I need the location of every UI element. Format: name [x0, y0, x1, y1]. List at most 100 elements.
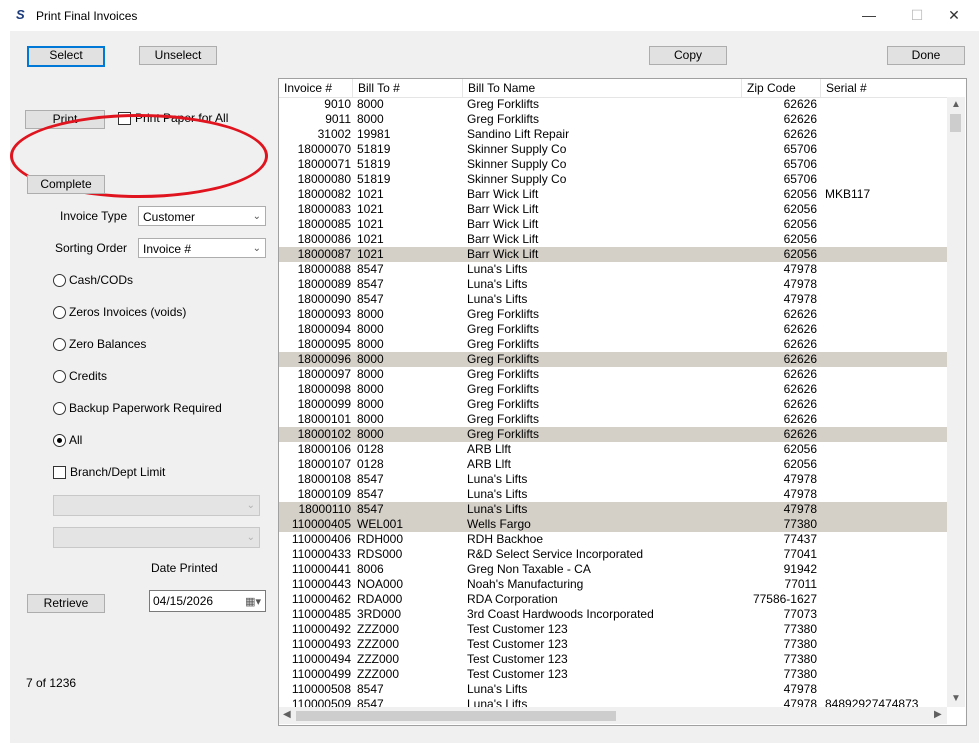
table-row[interactable]: 18000083 1021 Barr Wick Lift 62056	[279, 202, 947, 217]
table-row[interactable]: 18000085 1021 Barr Wick Lift 62056	[279, 217, 947, 232]
sorting-order-select[interactable]: Invoice # ⌄	[138, 238, 266, 258]
table-row[interactable]: 18000095 8000 Greg Forklifts 62626	[279, 337, 947, 352]
title-bar: S Print Final Invoices — ☐ ✕	[0, 0, 979, 31]
calendar-icon[interactable]: ▦▾	[245, 592, 261, 612]
horizontal-scroll-thumb[interactable]	[296, 711, 616, 721]
radio-cash-cods[interactable]: Cash/CODs	[53, 273, 133, 287]
scroll-down-icon[interactable]: ▼	[951, 693, 961, 704]
table-row[interactable]: 18000082 1021 Barr Wick Lift 62056 MKB117	[279, 187, 947, 202]
table-row[interactable]: 110000499 ZZZ000 Test Customer 123 77380	[279, 667, 947, 682]
table-row[interactable]: 18000093 8000 Greg Forklifts 62626	[279, 307, 947, 322]
table-row[interactable]: 110000492 ZZZ000 Test Customer 123 77380	[279, 622, 947, 637]
table-row[interactable]: 18000088 8547 Luna's Lifts 47978	[279, 262, 947, 277]
radio-backup-paperwork[interactable]: Backup Paperwork Required	[53, 401, 222, 415]
table-row[interactable]: 18000110 8547 Luna's Lifts 47978	[279, 502, 947, 517]
chevron-down-icon: ⌄	[252, 243, 261, 254]
table-row[interactable]: 18000101 8000 Greg Forklifts 62626	[279, 412, 947, 427]
cell-bill-to-name: Greg Forklifts	[467, 322, 540, 336]
table-row[interactable]: 110000462 RDA000 RDA Corporation 77586-1627	[279, 592, 947, 607]
unselect-button[interactable]: Unselect	[139, 46, 217, 65]
date-printed-field[interactable]: 04/15/2026 ▦▾	[149, 590, 266, 612]
vertical-scrollbar[interactable]: ▲ ▼	[947, 97, 965, 707]
cell-invoice: 18000106	[297, 442, 351, 456]
cell-bill-to: ZZZ000	[357, 667, 400, 681]
column-header-serial[interactable]: Serial #	[821, 79, 947, 97]
table-row[interactable]: 18000109 8547 Luna's Lifts 47978	[279, 487, 947, 502]
table-row[interactable]: 110000443 NOA000 Noah's Manufacturing 77011	[279, 577, 947, 592]
cell-bill-to: 51819	[357, 157, 391, 171]
radio-circle[interactable]	[53, 305, 66, 319]
table-row[interactable]: 18000102 8000 Greg Forklifts 62626	[279, 427, 947, 442]
print-paper-all-checkbox[interactable]: Print Paper for All	[118, 111, 228, 125]
radio-label: Credits	[69, 369, 108, 383]
cell-bill-to-name: Skinner Supply Co	[467, 172, 567, 186]
table-row[interactable]: 18000098 8000 Greg Forklifts 62626	[279, 382, 947, 397]
cell-bill-to-name: ARB Llft	[467, 442, 512, 456]
retrieve-button[interactable]: Retrieve	[27, 594, 105, 613]
table-row[interactable]: 18000089 8547 Luna's Lifts 47978	[279, 277, 947, 292]
horizontal-scrollbar[interactable]: ◀ ▶	[279, 707, 947, 724]
table-row[interactable]: 110000406 RDH000 RDH Backhoe 77437	[279, 532, 947, 547]
table-row[interactable]: 18000107 0128 ARB Llft 62056	[279, 457, 947, 472]
table-row[interactable]: 18000090 8547 Luna's Lifts 47978	[279, 292, 947, 307]
table-row[interactable]: 18000086 1021 Barr Wick Lift 62056	[279, 232, 947, 247]
column-header-zip[interactable]: Zip Code	[742, 79, 821, 97]
table-row[interactable]: 18000099 8000 Greg Forklifts 62626	[279, 397, 947, 412]
column-header-bill-to-name[interactable]: Bill To Name	[463, 79, 742, 97]
complete-button[interactable]: Complete	[27, 175, 105, 194]
checkbox-box[interactable]	[53, 465, 66, 479]
table-row[interactable]: 110000441 8006 Greg Non Taxable - CA 91942	[279, 562, 947, 577]
done-button[interactable]: Done	[887, 46, 965, 65]
cell-zip: 77041	[783, 547, 817, 561]
cell-bill-to: 8000	[357, 367, 384, 381]
vertical-scroll-thumb[interactable]	[950, 114, 961, 132]
table-row[interactable]: 31002 19981 Sandino Lift Repair 62626	[279, 127, 947, 142]
table-row[interactable]: 18000106 0128 ARB Llft 62056	[279, 442, 947, 457]
table-row[interactable]: 9010 8000 Greg Forklifts 62626	[279, 97, 947, 112]
table-row[interactable]: 18000097 8000 Greg Forklifts 62626	[279, 367, 947, 382]
invoice-grid[interactable]: Invoice # Bill To # Bill To Name Zip Cod…	[278, 78, 967, 726]
scroll-left-icon[interactable]: ◀	[283, 709, 291, 720]
copy-button[interactable]: Copy	[649, 46, 727, 65]
branch-dept-limit-checkbox[interactable]: Branch/Dept Limit	[53, 465, 165, 479]
scroll-right-icon[interactable]: ▶	[934, 709, 942, 720]
table-row[interactable]: 110000405 WEL001 Wells Fargo 77380	[279, 517, 947, 532]
radio-all[interactable]: All	[53, 433, 82, 447]
close-icon[interactable]: ✕	[940, 4, 968, 26]
invoice-type-select[interactable]: Customer ⌄	[138, 206, 266, 226]
radio-credits[interactable]: Credits	[53, 369, 107, 383]
table-row[interactable]: 18000108 8547 Luna's Lifts 47978	[279, 472, 947, 487]
table-row[interactable]: 110000508 8547 Luna's Lifts 47978	[279, 682, 947, 697]
select-button[interactable]: Select	[27, 46, 105, 67]
table-row[interactable]: 9011 8000 Greg Forklifts 62626	[279, 112, 947, 127]
cell-zip: 62626	[783, 127, 817, 141]
cell-zip: 77380	[783, 517, 817, 531]
print-button[interactable]: Print	[25, 110, 105, 129]
checkbox-box[interactable]	[118, 111, 131, 125]
column-header-invoice[interactable]: Invoice #	[279, 79, 353, 97]
radio-zero-balances[interactable]: Zero Balances	[53, 337, 146, 351]
radio-zeros-invoices[interactable]: Zeros Invoices (voids)	[53, 305, 186, 319]
table-row[interactable]: 18000070 51819 Skinner Supply Co 65706	[279, 142, 947, 157]
radio-circle-checked[interactable]	[53, 433, 66, 447]
radio-circle[interactable]	[53, 369, 66, 383]
table-row[interactable]: 110000433 RDS000 R&D Select Service Incorp…	[279, 547, 947, 562]
cell-bill-to: 8547	[357, 262, 384, 276]
scroll-up-icon[interactable]: ▲	[951, 99, 961, 110]
radio-circle[interactable]	[53, 273, 66, 287]
cell-bill-to: ZZZ000	[357, 652, 400, 666]
table-row[interactable]: 18000071 51819 Skinner Supply Co 65706	[279, 157, 947, 172]
table-row[interactable]: 110000493 ZZZ000 Test Customer 123 77380	[279, 637, 947, 652]
column-header-bill-to[interactable]: Bill To #	[353, 79, 463, 97]
minimize-icon[interactable]: —	[855, 4, 883, 26]
radio-circle[interactable]	[53, 337, 66, 351]
table-row[interactable]: 18000080 51819 Skinner Supply Co 65706	[279, 172, 947, 187]
table-row[interactable]: 110000485 3RD000 3rd Coast Hardwoods Incor…	[279, 607, 947, 622]
table-row[interactable]: 18000096 8000 Greg Forklifts 62626	[279, 352, 947, 367]
table-row[interactable]: 110000494 ZZZ000 Test Customer 123 77380	[279, 652, 947, 667]
table-row[interactable]: 18000087 1021 Barr Wick Lift 62056	[279, 247, 947, 262]
maximize-icon[interactable]: ☐	[903, 4, 931, 26]
radio-circle[interactable]	[53, 401, 66, 415]
cell-invoice: 110000508	[291, 682, 351, 696]
table-row[interactable]: 18000094 8000 Greg Forklifts 62626	[279, 322, 947, 337]
